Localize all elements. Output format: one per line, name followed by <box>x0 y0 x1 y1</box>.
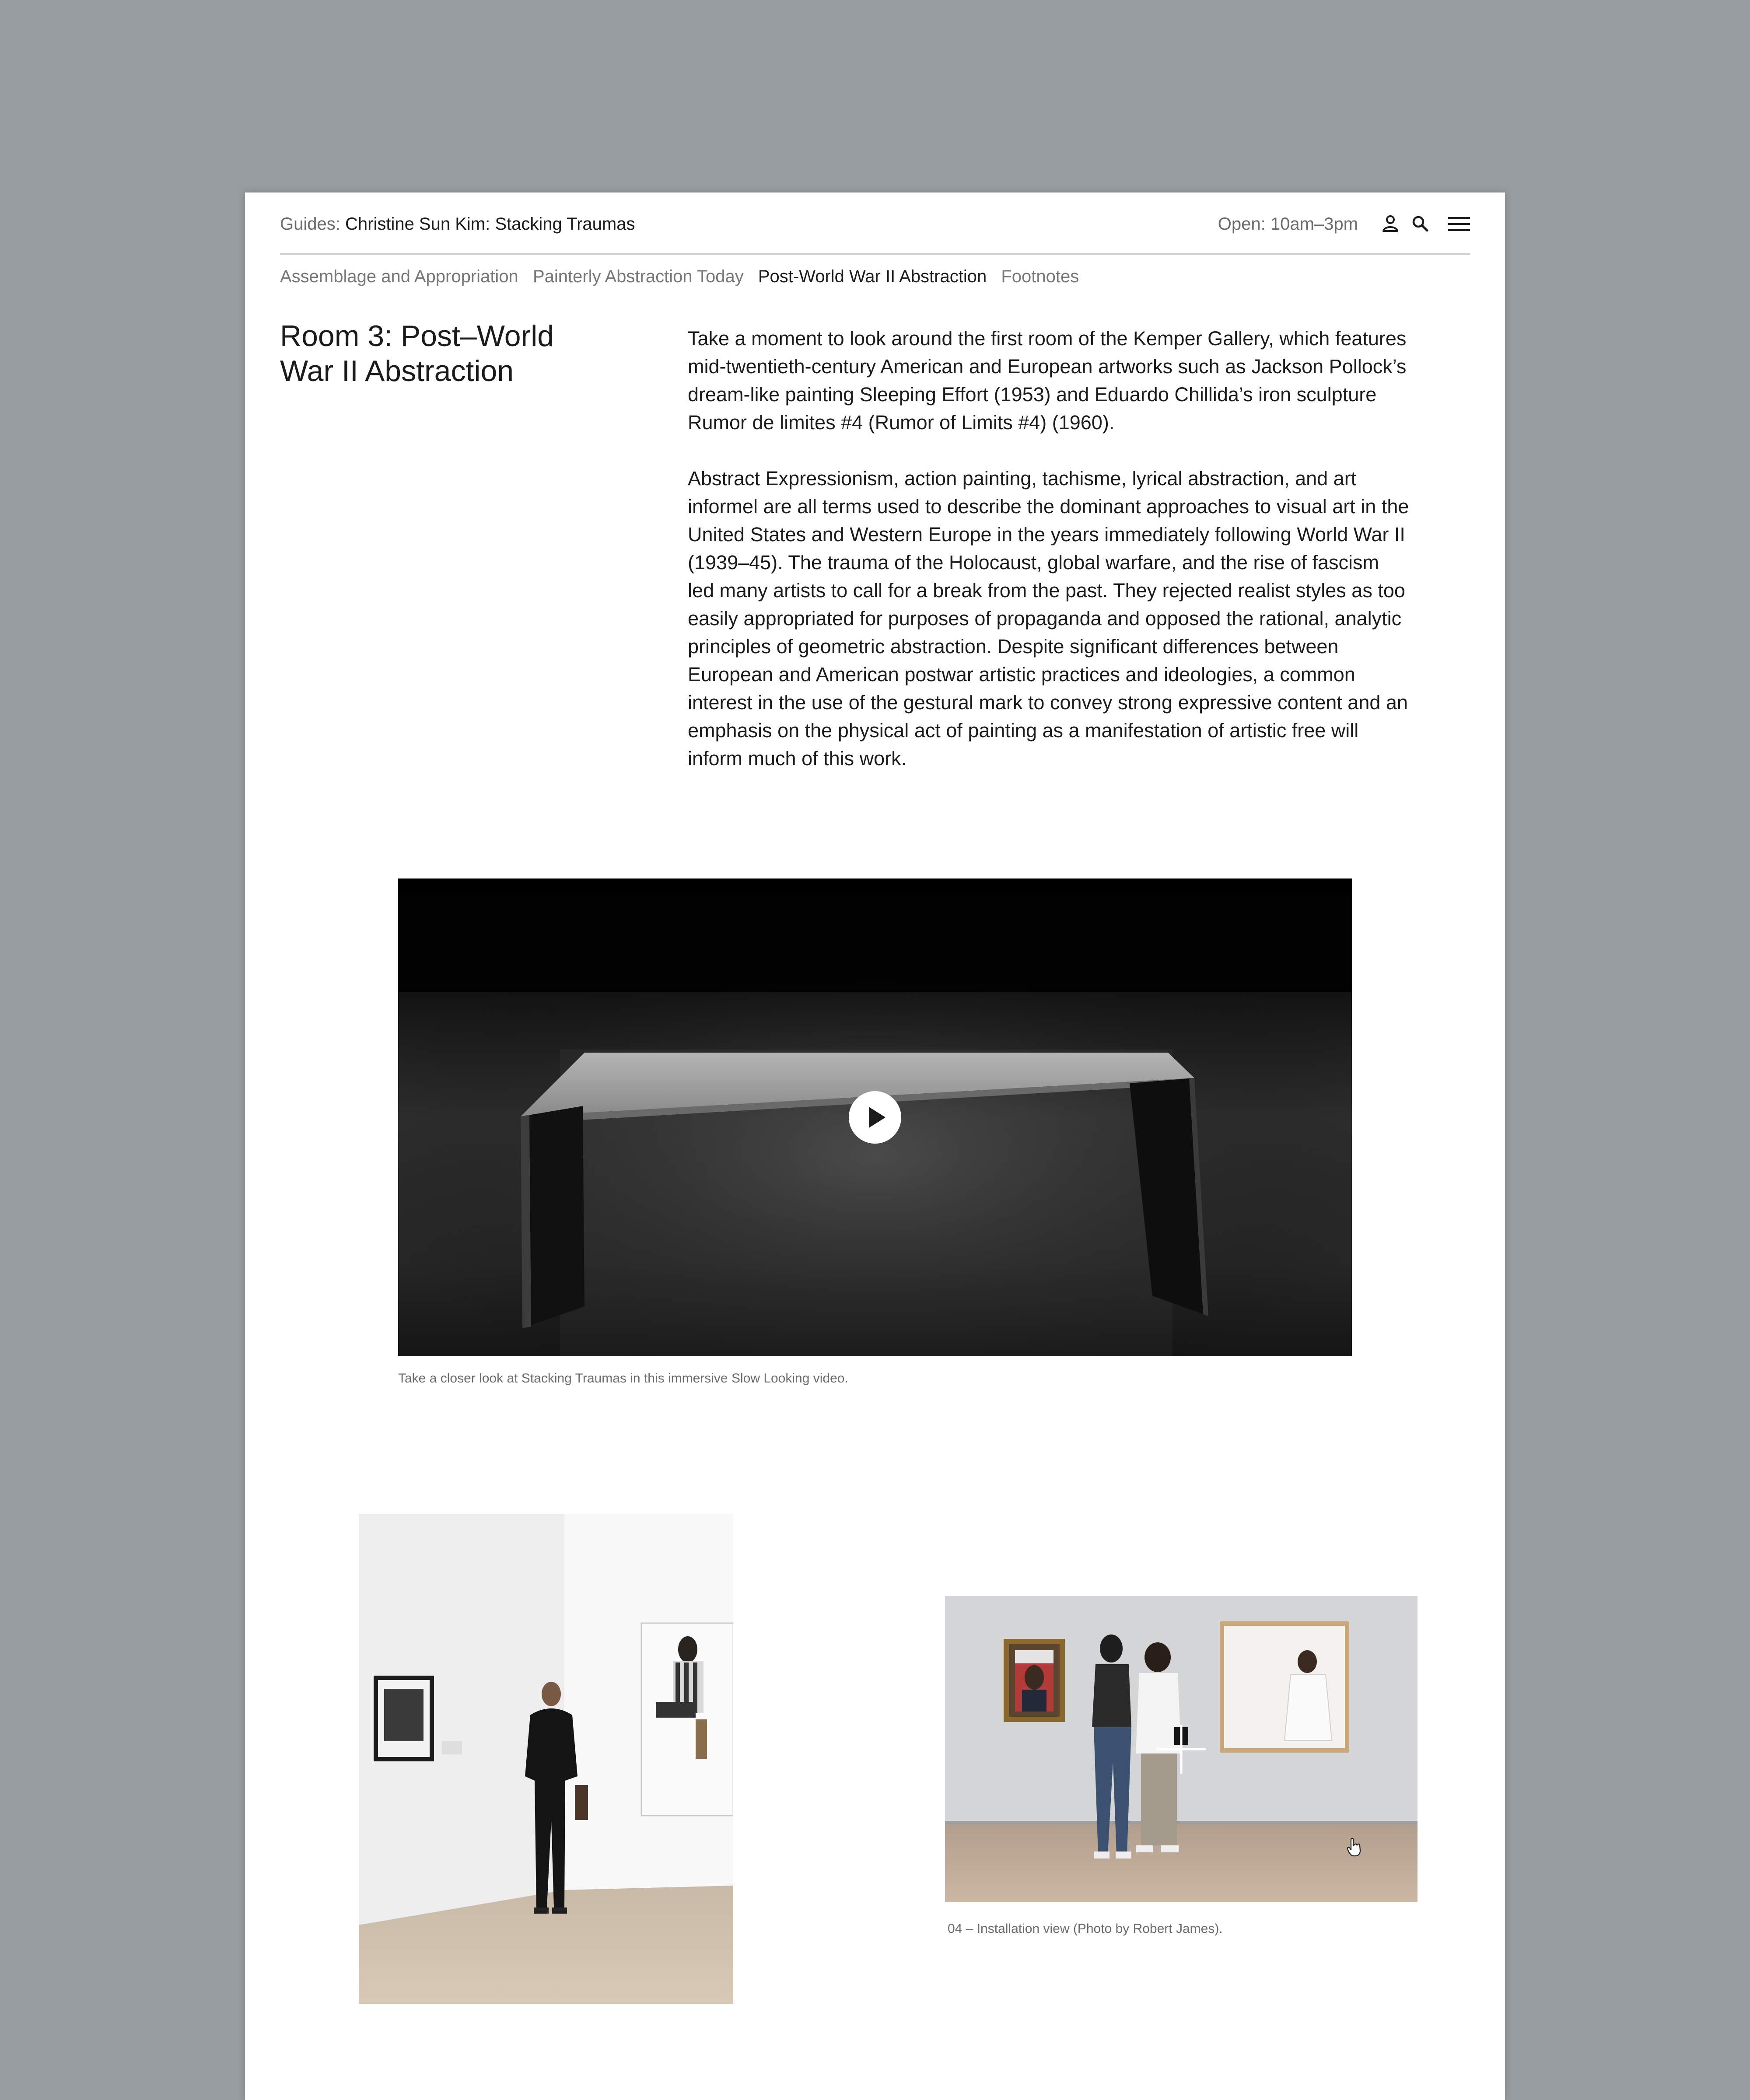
intro-text: Take a moment to look around the first r… <box>688 325 1410 801</box>
play-triangle <box>869 1107 886 1128</box>
site-header: Guides: Christine Sun Kim: Stacking Trau… <box>280 192 1470 255</box>
video-caption: Take a closer look at Stacking Traumas i… <box>398 1371 848 1386</box>
opening-hours: Open: 10am–3pm <box>1218 214 1358 234</box>
nav-footnotes[interactable]: Footnotes <box>1001 267 1079 286</box>
plus-icon[interactable] <box>1157 1725 1206 1774</box>
nav-painterly-abstraction-today[interactable]: Painterly Abstraction Today <box>533 267 744 286</box>
page-title: Room 3: Post–World War II Abstraction <box>280 319 554 388</box>
menu-icon[interactable] <box>1446 212 1471 236</box>
installation-photo-visitors[interactable] <box>945 1596 1418 1902</box>
nav-post-world-war-ii-abstraction[interactable]: Post-World War II Abstraction <box>758 267 987 286</box>
gallery-photo-man-viewing-art <box>359 1514 733 2004</box>
guide-page: Guides: Christine Sun Kim: Stacking Trau… <box>245 192 1505 2100</box>
nav-assemblage-and-appropriation[interactable]: Assemblage and Appropriation <box>280 267 518 286</box>
play-icon[interactable] <box>849 1091 901 1144</box>
guide-breadcrumb[interactable]: Guides: Christine Sun Kim: Stacking Trau… <box>280 215 635 233</box>
guide-prefix: Guides: <box>280 214 340 234</box>
guide-title[interactable]: Christine Sun Kim: Stacking Traumas <box>345 214 635 234</box>
section-nav: Assemblage and Appropriation Painterly A… <box>280 268 1088 285</box>
search-icon[interactable] <box>1408 212 1432 236</box>
hand-cursor-icon <box>1347 1838 1362 1857</box>
photo-caption: 04 – Installation view (Photo by Robert … <box>948 1922 1223 1936</box>
installation-photo-man[interactable] <box>359 1514 733 2004</box>
user-icon[interactable] <box>1378 212 1403 236</box>
video-player[interactable] <box>398 878 1352 1356</box>
paragraph: Take a moment to look around the first r… <box>688 327 1407 434</box>
paragraph: Abstract Expressionism, action painting,… <box>688 467 1409 770</box>
